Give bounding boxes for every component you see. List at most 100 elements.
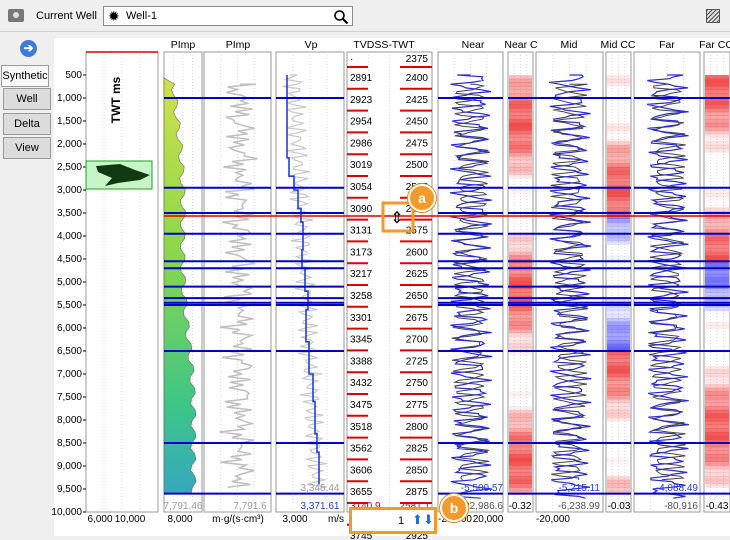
corr-band	[509, 277, 532, 282]
corr-band	[509, 240, 532, 245]
corr-band	[705, 420, 729, 426]
corr-band	[705, 207, 729, 212]
corr-band	[705, 321, 729, 326]
track-header-5: Near C	[504, 39, 538, 51]
corr-band	[509, 273, 532, 278]
corr-band	[509, 86, 532, 91]
corr-band	[607, 417, 630, 422]
depth-tick-label: 2,500	[57, 162, 82, 173]
corr-band	[607, 362, 630, 367]
corr-band	[607, 155, 630, 161]
corr-band	[607, 384, 630, 389]
corr-band	[607, 314, 630, 319]
corr-band	[607, 391, 630, 396]
step-up-icon[interactable]: ⬆	[412, 513, 423, 526]
corr-band	[607, 207, 630, 212]
corr-band	[509, 343, 532, 348]
corr-band	[705, 380, 729, 385]
depth-tick-label: 6,000	[57, 323, 82, 334]
resize-cursor-icon: ⇕	[390, 210, 403, 227]
track-header-8: Far	[659, 39, 675, 51]
corr-band	[705, 222, 729, 227]
corr-band	[509, 317, 532, 323]
track-header-3: TVDSS-TWT	[353, 39, 415, 51]
corr-band	[607, 365, 630, 370]
corr-band	[705, 86, 729, 91]
corr-band	[705, 270, 729, 275]
corr-band	[509, 100, 532, 105]
tvdss-depth: 3655	[350, 487, 373, 498]
corr-band	[705, 483, 729, 488]
corr-band	[607, 255, 630, 260]
tvdss-depth: 3518	[350, 422, 373, 433]
depth-tick-label: 9,500	[57, 484, 82, 495]
corr-band	[607, 148, 630, 153]
corr-band	[509, 133, 532, 139]
corr-band	[509, 446, 532, 451]
corr-band	[705, 262, 729, 267]
corr-band	[705, 373, 729, 378]
corr-band	[607, 174, 630, 179]
corr-band	[607, 376, 630, 381]
well-bottom-tick: 10,000	[115, 514, 146, 525]
corr-band	[509, 159, 532, 164]
depth-tick-label: 3,000	[57, 185, 82, 196]
tvdss-depth: 2986	[350, 138, 373, 149]
corr-band	[705, 255, 729, 260]
corr-band	[509, 122, 532, 128]
depth-tick-label: 1,000	[57, 93, 82, 104]
corr-band	[607, 159, 630, 164]
corr-band	[607, 436, 630, 440]
corr-band	[705, 468, 729, 473]
tvdss-depth: 3258	[350, 291, 373, 302]
corr-band	[509, 472, 532, 477]
corr-band	[607, 332, 630, 337]
corr-band	[705, 277, 729, 282]
corr-band	[705, 454, 729, 459]
corr-band	[705, 424, 729, 429]
corr-band	[705, 141, 729, 146]
corr-band	[607, 240, 630, 245]
corr-band	[705, 89, 729, 94]
step-down-icon[interactable]: ⬇	[423, 513, 434, 526]
tvdss-twt: 2600	[406, 247, 429, 258]
corr-band	[705, 251, 729, 256]
depth-tick-label: 1,500	[57, 116, 82, 127]
corr-band	[705, 465, 729, 470]
tvdss-twt: 2700	[406, 335, 429, 346]
corr-band	[607, 189, 630, 194]
corr-band	[607, 170, 630, 175]
corr-band	[607, 472, 630, 476]
corr-band	[509, 281, 532, 286]
corr-band	[509, 413, 532, 418]
corr-band	[509, 332, 532, 337]
corr-band	[509, 115, 532, 120]
stepper[interactable]: 1 ⬆ ⬇	[349, 507, 437, 534]
corr-band	[705, 247, 729, 253]
corr-band	[705, 126, 729, 131]
tvdss-depth: 3173	[350, 247, 373, 258]
corr-band	[509, 108, 532, 113]
tvdss-depth: 2923	[350, 95, 373, 106]
corr-band	[509, 82, 532, 87]
corr-band	[607, 483, 630, 488]
corr-band	[509, 148, 532, 153]
corr-band	[705, 417, 729, 422]
tvdss-top-right: 2375	[406, 54, 429, 65]
corr-band	[607, 222, 630, 227]
depth-axis-label: TWT ms	[109, 76, 123, 123]
pimp-bottom-label: 8,000	[167, 514, 192, 525]
corr-band	[607, 402, 630, 407]
corr-band	[607, 126, 630, 131]
corr-band	[509, 247, 532, 253]
corr-band	[607, 225, 630, 231]
vp-bottom-left: 3,000	[282, 514, 307, 525]
pimp-faint-value: 7,791.46	[164, 501, 203, 512]
corr-band	[607, 380, 630, 385]
nearc-bottom: -0.32	[509, 501, 532, 512]
corr-band	[607, 413, 630, 418]
corr-band	[509, 406, 532, 411]
corr-band	[509, 236, 532, 242]
corr-band	[607, 306, 630, 312]
corr-band	[607, 336, 630, 341]
